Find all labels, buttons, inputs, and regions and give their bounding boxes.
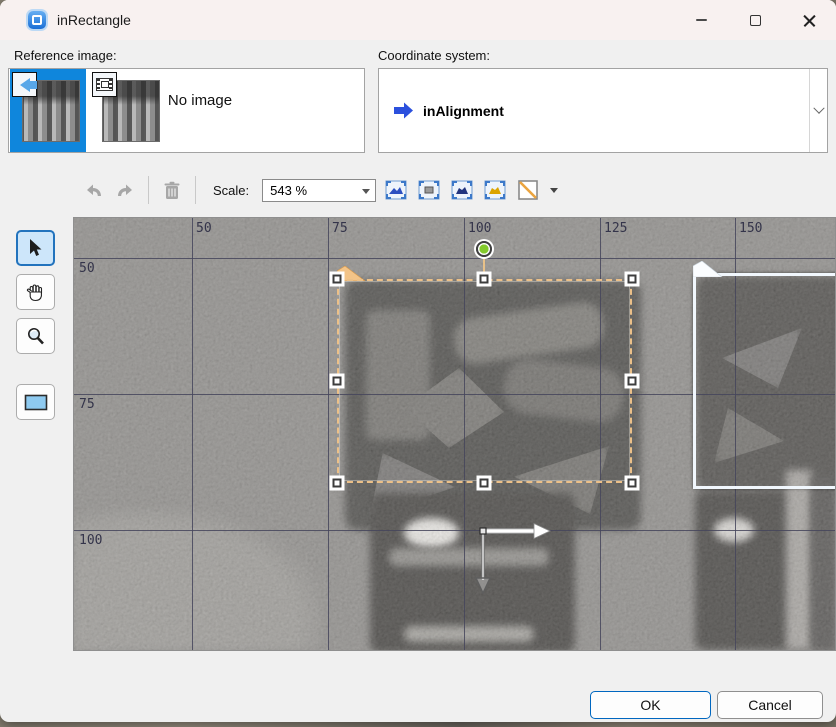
original-size-icon — [418, 180, 440, 200]
ruler-tick-left: 100 — [79, 533, 102, 548]
blue-arrow-right-icon — [393, 102, 414, 119]
scale-combobox[interactable]: 543 % — [262, 179, 376, 202]
undo-icon — [84, 182, 104, 199]
pan-tool-button[interactable] — [16, 274, 55, 310]
input-arrow-icon — [12, 72, 37, 97]
reference-option-image-sequence[interactable] — [90, 69, 166, 152]
resize-handle-top-center[interactable] — [480, 275, 489, 284]
coordinate-axes-marker — [474, 518, 564, 608]
coordinate-system-value: inAlignment — [423, 103, 504, 119]
image-editor-canvas[interactable]: 50 75 100 125 150 50 75 100 — [73, 217, 836, 651]
film-strip-icon — [92, 72, 117, 97]
secondary-rectangle-fold-marker — [693, 261, 723, 277]
original-size-button[interactable] — [416, 178, 442, 203]
magnifier-icon — [26, 327, 45, 346]
background-options-caret[interactable] — [550, 188, 558, 197]
select-tool-button[interactable] — [16, 230, 55, 266]
minimize-icon — [696, 19, 707, 21]
ok-button[interactable]: OK — [590, 691, 711, 719]
close-button[interactable] — [782, 0, 836, 40]
delete-button[interactable] — [160, 177, 184, 203]
grid-line — [74, 530, 835, 531]
reference-image-label: Reference image: — [14, 48, 117, 63]
redo-icon — [115, 182, 135, 199]
reference-option-no-image[interactable]: No image — [157, 91, 243, 111]
dropdown-chevron-button[interactable] — [809, 69, 827, 152]
trash-icon — [163, 181, 181, 200]
chevron-down-icon — [813, 102, 824, 113]
dialog-inRectangle: inRectangle Reference image: No image Co… — [0, 0, 836, 722]
title-bar: inRectangle — [0, 0, 836, 40]
resize-handle-middle-left[interactable] — [333, 377, 342, 386]
resize-handle-top-right[interactable] — [628, 275, 637, 284]
fit-window-to-image-button[interactable] — [449, 178, 475, 203]
rectangle-icon — [24, 394, 48, 411]
secondary-rectangle-outline — [693, 273, 835, 489]
scale-value: 543 % — [263, 183, 307, 198]
app-icon — [28, 11, 46, 29]
fit-selection-icon — [484, 180, 506, 200]
window-title: inRectangle — [57, 12, 131, 28]
ruler-tick-left: 50 — [79, 261, 95, 276]
minimize-button[interactable] — [674, 0, 728, 40]
rotation-handle[interactable] — [476, 241, 492, 257]
grid-line — [328, 218, 329, 650]
close-icon — [803, 14, 816, 27]
toolbar-separator — [148, 176, 149, 204]
ruler-tick-top: 125 — [604, 221, 627, 236]
selection-rectangle[interactable] — [337, 279, 632, 483]
fit-selection-button[interactable] — [482, 178, 508, 203]
ruler-tick-top: 75 — [332, 221, 348, 236]
zoom-tool-button[interactable] — [16, 318, 55, 354]
reference-image-selector: No image — [8, 68, 365, 153]
grid-line — [192, 218, 193, 650]
maximize-button[interactable] — [728, 0, 782, 40]
hand-icon — [26, 283, 45, 302]
undo-button[interactable] — [82, 177, 106, 203]
transparent-background-button[interactable] — [515, 178, 541, 203]
canvas-toolbar: Scale: 543 % — [82, 172, 558, 208]
resize-handle-top-left[interactable] — [333, 275, 342, 284]
resize-handle-middle-right[interactable] — [628, 377, 637, 386]
fit-image-to-window-button[interactable] — [383, 178, 409, 203]
cancel-button[interactable]: Cancel — [717, 691, 823, 719]
resize-handle-bottom-center[interactable] — [480, 479, 489, 488]
resize-handle-bottom-right[interactable] — [628, 479, 637, 488]
reference-option-input-image[interactable] — [10, 69, 86, 152]
fit-image-icon — [385, 180, 407, 200]
rectangle-tool-button[interactable] — [16, 384, 55, 420]
combo-caret-icon — [362, 189, 370, 198]
cursor-icon — [28, 239, 44, 257]
grid-line — [74, 258, 835, 259]
ruler-tick-top: 150 — [739, 221, 762, 236]
ruler-tick-top: 100 — [468, 221, 491, 236]
ruler-tick-left: 75 — [79, 397, 95, 412]
scale-label: Scale: — [213, 183, 249, 198]
coordinate-system-label: Coordinate system: — [378, 48, 490, 63]
redo-button[interactable] — [113, 177, 137, 203]
toolbar-separator — [195, 176, 196, 204]
fit-window-icon — [451, 180, 473, 200]
ruler-tick-top: 50 — [196, 221, 212, 236]
no-fill-icon — [517, 179, 539, 201]
coordinate-system-dropdown[interactable]: inAlignment — [378, 68, 828, 153]
resize-handle-bottom-left[interactable] — [333, 479, 342, 488]
maximize-icon — [750, 15, 761, 26]
